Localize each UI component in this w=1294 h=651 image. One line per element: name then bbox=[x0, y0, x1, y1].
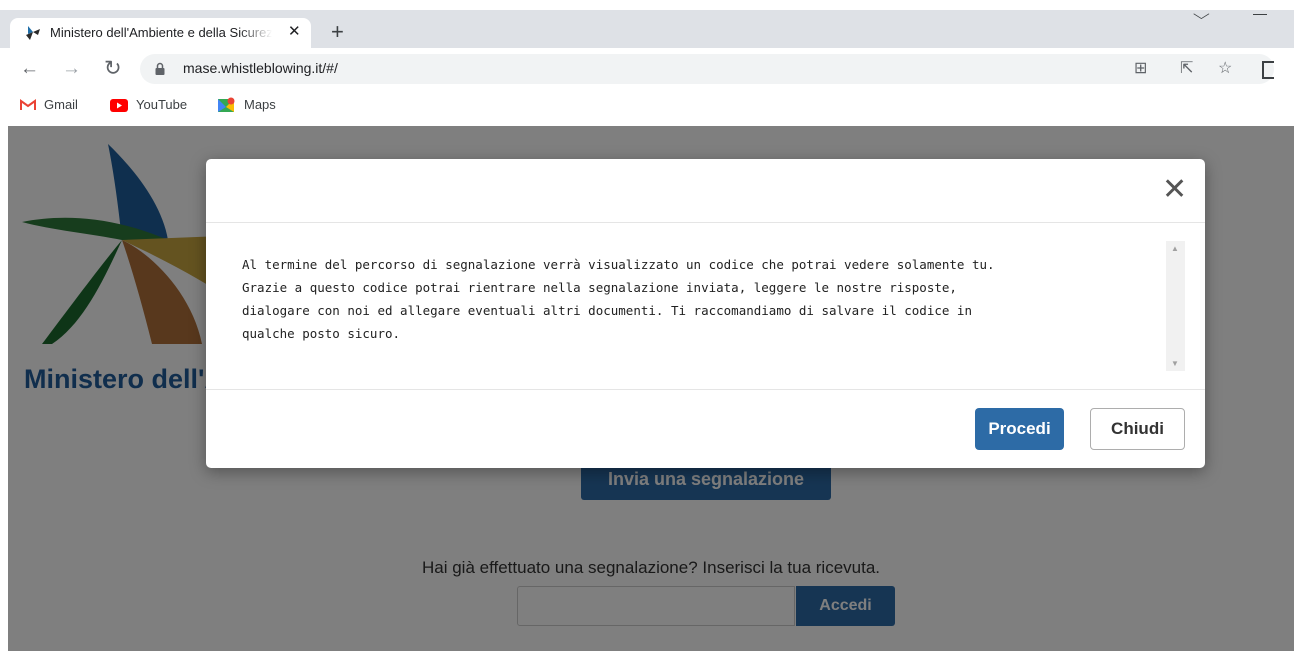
browser-toolbar: ← → ↻ mase.whistleblowing.it/#/ ⊞ ⇱ ☆ bbox=[0, 52, 1294, 88]
tab-title: Ministero dell'Ambiente e della Sicurezz… bbox=[50, 25, 272, 40]
modal-scrollbar[interactable]: ▲ ▼ bbox=[1166, 241, 1185, 371]
back-arrow-icon[interactable]: ← bbox=[20, 56, 39, 82]
info-modal: ✕ Al termine del percorso di segnalazion… bbox=[206, 159, 1205, 468]
browser-tab[interactable]: Ministero dell'Ambiente e della Sicurezz… bbox=[10, 18, 311, 48]
modal-body: Al termine del percorso di segnalazione … bbox=[206, 223, 1205, 390]
bookmark-label: Maps bbox=[244, 97, 276, 112]
bookmark-gmail[interactable]: Gmail bbox=[20, 96, 78, 114]
tab-close-icon[interactable]: ✕ bbox=[288, 22, 301, 42]
reload-icon[interactable]: ↻ bbox=[104, 56, 122, 82]
bookmark-star-icon[interactable]: ☆ bbox=[1218, 58, 1232, 80]
address-bar[interactable]: mase.whistleblowing.it/#/ ⊞ ⇱ ☆ bbox=[140, 54, 1274, 84]
minimize-window-icon[interactable] bbox=[1253, 14, 1267, 15]
modal-footer: Procedi Chiudi bbox=[206, 390, 1205, 468]
youtube-icon bbox=[110, 98, 128, 112]
gmail-icon bbox=[20, 99, 36, 110]
browser-chrome: Ministero dell'Ambiente e della Sicurezz… bbox=[0, 0, 1294, 126]
scroll-down-icon[interactable]: ▼ bbox=[1171, 359, 1179, 368]
bookmarks-bar: Gmail YouTube Maps bbox=[0, 94, 1294, 118]
forward-arrow-icon[interactable]: → bbox=[62, 56, 81, 82]
lock-icon bbox=[155, 62, 165, 75]
modal-message: Al termine del percorso di segnalazione … bbox=[242, 257, 995, 341]
modal-header: ✕ bbox=[206, 159, 1205, 223]
bookmark-youtube[interactable]: YouTube bbox=[110, 96, 187, 114]
bookmark-label: Gmail bbox=[44, 97, 78, 112]
scroll-up-icon[interactable]: ▲ bbox=[1171, 244, 1179, 253]
maps-icon bbox=[218, 97, 235, 112]
ministry-favicon-icon bbox=[26, 26, 40, 40]
proceed-button[interactable]: Procedi bbox=[975, 408, 1064, 450]
close-button[interactable]: Chiudi bbox=[1090, 408, 1185, 450]
share-icon[interactable]: ⇱ bbox=[1180, 58, 1193, 80]
bookmark-maps[interactable]: Maps bbox=[218, 96, 276, 114]
new-tab-button[interactable]: + bbox=[331, 20, 344, 44]
side-panel-icon[interactable] bbox=[1262, 61, 1274, 79]
tab-search-chevron-icon[interactable]: ⌵ bbox=[1193, 6, 1210, 23]
url-text[interactable]: mase.whistleblowing.it/#/ bbox=[183, 60, 338, 76]
close-icon[interactable]: ✕ bbox=[1162, 175, 1187, 205]
translate-icon[interactable]: ⊞ bbox=[1134, 58, 1147, 80]
bookmark-label: YouTube bbox=[136, 97, 188, 112]
